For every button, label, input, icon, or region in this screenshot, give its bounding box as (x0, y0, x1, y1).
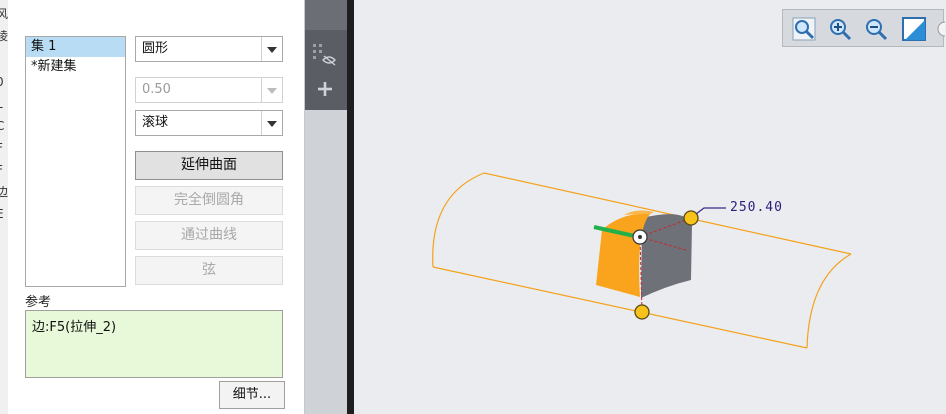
set-item-1[interactable]: 集 1 (26, 37, 125, 57)
repaint-icon[interactable] (901, 16, 927, 42)
type-select-value: 滚球 (142, 115, 169, 130)
add-icon[interactable] (318, 82, 332, 96)
zoom-fit-icon[interactable] (791, 16, 817, 42)
surface-preview (432, 172, 852, 349)
radius-select: 0.50 (135, 77, 283, 103)
show-hide-icon[interactable] (313, 44, 336, 66)
chevron-down-icon[interactable] (261, 111, 282, 135)
through-curve-button: 通过曲线 (135, 221, 283, 250)
left-strip-char: F (0, 162, 8, 178)
view-toolbar (782, 9, 945, 47)
left-strip-char: C (0, 118, 8, 134)
chord-button: 弦 (135, 256, 283, 285)
left-strip-char: E (0, 206, 8, 222)
zoom-out-icon[interactable] (863, 16, 889, 42)
left-strip-char: 0 (0, 74, 8, 90)
references-collector[interactable]: 边:F5(拉伸_2) (25, 310, 283, 378)
dimension-leader (695, 207, 726, 215)
side-toolbar-icons (313, 44, 336, 96)
references-label: 参考 (25, 295, 52, 310)
chevron-down-icon (261, 78, 282, 102)
drag-handle-top[interactable] (683, 210, 699, 226)
details-button[interactable]: 细节... (219, 381, 285, 409)
zoom-in-icon[interactable] (827, 16, 853, 42)
model-canvas (432, 172, 852, 349)
side-toolbar-top (305, 0, 347, 110)
construction-lines (639, 217, 692, 313)
round-solid (596, 210, 692, 298)
left-strip-char: F (0, 140, 8, 156)
radius-select-value: 0.50 (142, 82, 171, 97)
shape-select-value: 圆形 (142, 41, 169, 56)
set-list[interactable]: 集 1 *新建集 (25, 36, 126, 287)
panel-divider[interactable] (347, 0, 354, 414)
graphics-viewport[interactable]: 250.40 (354, 0, 946, 414)
round-sets-panel: 集 1 *新建集 圆形 0.50 滚球 延伸曲面 完全倒圆角 通过曲线 弦 参考… (8, 0, 305, 414)
left-strip-char: 风 (0, 6, 8, 22)
set-item-new[interactable]: *新建集 (26, 57, 125, 77)
more-icon[interactable] (935, 16, 945, 42)
type-select[interactable]: 滚球 (135, 110, 283, 136)
side-toolbar-strip (305, 0, 347, 414)
left-strip-char: L (0, 96, 8, 112)
drag-handle-bottom[interactable] (634, 304, 650, 320)
full-round-button: 完全倒圆角 (135, 186, 283, 215)
reference-item[interactable]: 边:F5(拉伸_2) (32, 320, 116, 335)
axis-handle (593, 225, 640, 239)
center-handle[interactable] (632, 229, 648, 245)
shape-select[interactable]: 圆形 (135, 36, 283, 62)
left-strip-char: 棱 (0, 28, 8, 44)
chevron-down-icon[interactable] (261, 37, 282, 61)
extend-surface-button[interactable]: 延伸曲面 (135, 151, 283, 180)
left-strip-char: 边 (0, 184, 8, 200)
dimension-label[interactable]: 250.40 (730, 200, 783, 215)
